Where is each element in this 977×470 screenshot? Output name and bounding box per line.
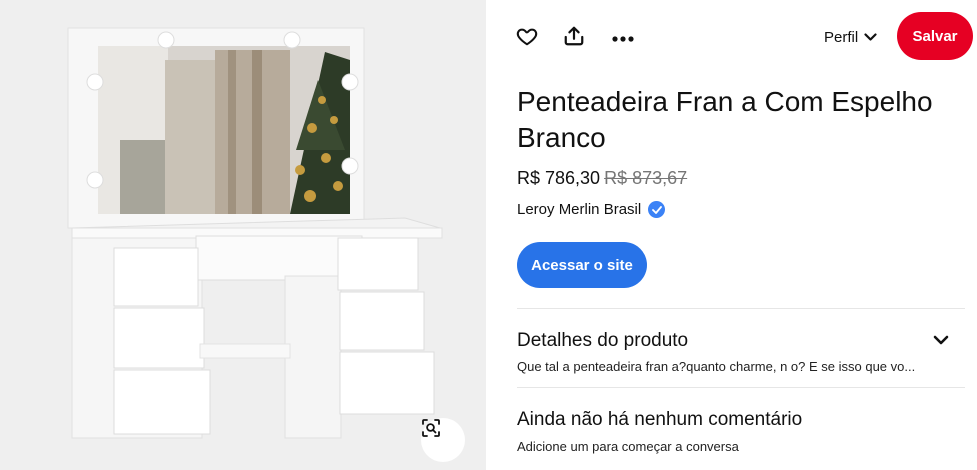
like-button[interactable] <box>511 22 543 54</box>
profile-label: Perfil <box>824 28 859 46</box>
more-options-button[interactable] <box>607 22 639 54</box>
seller-row[interactable]: Leroy Merlin Brasil <box>517 201 666 218</box>
visual-search-button[interactable] <box>421 418 465 462</box>
pin-info-panel: Perfil Salvar Penteadeira Fran a Com Esp… <box>486 0 977 470</box>
divider <box>517 387 965 388</box>
more-icon <box>612 29 634 47</box>
comments-prompt: Adicione um para começar a conversa <box>517 439 739 454</box>
visit-site-button[interactable]: Acessar o site <box>517 242 647 288</box>
product-image <box>67 27 443 439</box>
chevron-down-icon <box>864 29 877 46</box>
verified-badge-icon <box>648 201 666 218</box>
product-image-panel <box>0 0 486 470</box>
product-details-summary: Que tal a penteadeira fran a?quanto char… <box>517 359 916 374</box>
divider <box>517 308 965 309</box>
original-price: R$ 873,67 <box>604 168 688 188</box>
price-row: R$ 786,30 R$ 873,67 <box>517 168 687 189</box>
seller-name[interactable]: Leroy Merlin Brasil <box>517 201 641 218</box>
share-icon <box>563 25 585 52</box>
current-price: R$ 786,30 <box>517 168 601 188</box>
profile-board-selector[interactable]: Perfil <box>824 22 877 52</box>
product-details-title[interactable]: Detalhes do produto <box>517 330 688 352</box>
comments-title: Ainda não há nenhum comentário <box>517 409 803 430</box>
product-title: Penteadeira Fran a Com Espelho Branco <box>517 86 933 153</box>
share-button[interactable] <box>558 22 590 54</box>
details-toggle[interactable] <box>929 329 953 353</box>
chevron-down-icon <box>933 332 949 350</box>
heart-icon <box>516 25 538 52</box>
save-button[interactable]: Salvar <box>897 12 973 60</box>
